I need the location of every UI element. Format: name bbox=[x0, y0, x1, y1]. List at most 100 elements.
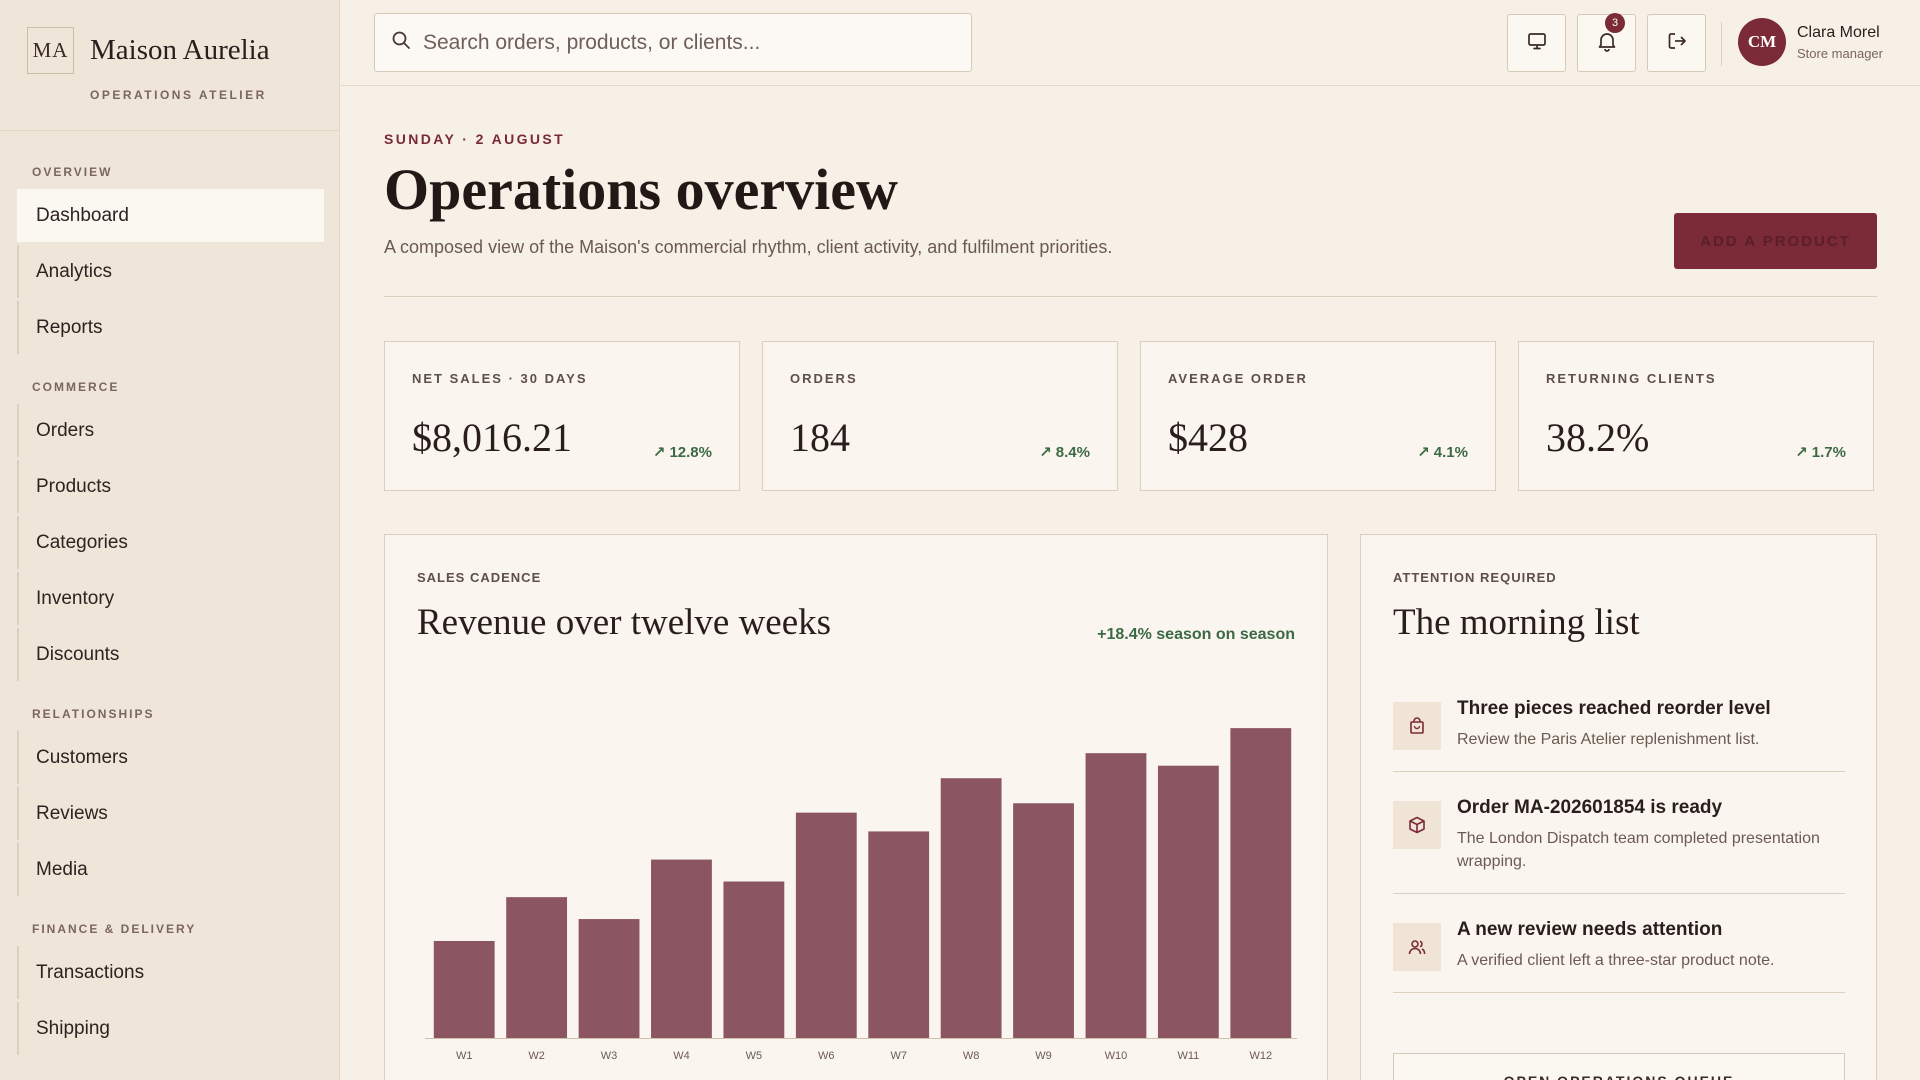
bar-w12[interactable] bbox=[1230, 727, 1292, 1038]
notification-badge: 3 bbox=[1605, 13, 1625, 33]
bar-w5[interactable] bbox=[723, 881, 785, 1038]
bar-w4[interactable] bbox=[651, 859, 712, 1038]
sidebar-item-discounts[interactable]: Discounts bbox=[17, 628, 324, 681]
bar-w2[interactable] bbox=[506, 896, 568, 1038]
bell-icon bbox=[1596, 30, 1618, 57]
user-menu[interactable]: CM Clara Morel Store manager bbox=[1738, 18, 1883, 66]
revenue-growth-note: +18.4% season on season bbox=[1097, 625, 1295, 643]
kpi-delta: ↗ 12.8% bbox=[652, 443, 712, 461]
brand-block: MA Maison Aurelia OPERATIONS ATELIER bbox=[0, 0, 339, 131]
sidebar-item-dashboard[interactable]: Dashboard bbox=[17, 189, 324, 242]
nav-section-title: RELATIONSHIPS bbox=[32, 707, 155, 721]
revenue-title: Revenue over twelve weeks bbox=[417, 601, 832, 643]
sidebar-item-inventory[interactable]: Inventory bbox=[17, 572, 324, 625]
kpi-value: $8,016.21 bbox=[412, 414, 572, 460]
sidebar-item-analytics[interactable]: Analytics bbox=[17, 245, 324, 298]
x-tick-label: W2 bbox=[528, 1050, 545, 1062]
kpi-card-returning-clients: RETURNING CLIENTS 38.2% ↗ 1.7% bbox=[1518, 340, 1874, 491]
panels: SALES CADENCE Revenue over twelve weeks … bbox=[384, 533, 1877, 1080]
display-mode-button[interactable] bbox=[1507, 14, 1566, 72]
x-tick-label: W1 bbox=[456, 1050, 473, 1062]
bar-w1[interactable] bbox=[433, 940, 495, 1038]
kpi-delta: ↗ 1.7% bbox=[1795, 443, 1846, 461]
bar-w7[interactable] bbox=[868, 831, 930, 1038]
x-tick-label: W6 bbox=[818, 1050, 835, 1062]
user-role: Store manager bbox=[1797, 45, 1883, 61]
kpi-card-orders: ORDERS 184 ↗ 8.4% bbox=[762, 340, 1118, 491]
attention-title: The morning list bbox=[1393, 601, 1640, 643]
bar-w8[interactable] bbox=[940, 777, 1002, 1038]
add-product-button[interactable]: ADD A PRODUCT bbox=[1674, 213, 1877, 269]
sidebar-item-customers[interactable]: Customers bbox=[17, 731, 324, 784]
search-icon bbox=[391, 30, 411, 55]
package-icon bbox=[1393, 800, 1441, 849]
list-item-subtitle: A verified client left a three-star prod… bbox=[1457, 952, 1775, 970]
brand-logo: MA bbox=[27, 27, 74, 74]
kpi-label: RETURNING CLIENTS bbox=[1546, 370, 1717, 386]
header-divider bbox=[384, 295, 1877, 297]
x-tick-label: W10 bbox=[1105, 1050, 1128, 1062]
list-item[interactable]: Three pieces reached reorder level Review… bbox=[1393, 698, 1845, 772]
revenue-bar-chart: W1 W2 W3 W4 W5 W6 W7 W8 W9 W10 W11 W12 bbox=[425, 727, 1297, 1062]
page-title: Operations overview bbox=[384, 157, 898, 222]
search-input[interactable] bbox=[423, 30, 943, 55]
nav-section-title: FINANCE & DELIVERY bbox=[32, 922, 197, 936]
sidebar-item-reports[interactable]: Reports bbox=[17, 301, 324, 354]
nav-section-relationships: RELATIONSHIPS Customers Reviews Media bbox=[0, 707, 339, 896]
sidebar-item-categories[interactable]: Categories bbox=[17, 516, 324, 569]
sidebar-item-orders[interactable]: Orders bbox=[17, 404, 324, 457]
bar-w9[interactable] bbox=[1013, 802, 1074, 1038]
sidebar-item-media[interactable]: Media bbox=[17, 843, 324, 896]
kpi-label: ORDERS bbox=[790, 370, 858, 386]
page-description: A composed view of the Maison's commerci… bbox=[384, 236, 1113, 257]
sidebar: MA Maison Aurelia OPERATIONS ATELIER OVE… bbox=[0, 0, 340, 1080]
list-item-subtitle: Review the Paris Atelier replenishment l… bbox=[1457, 730, 1760, 748]
attention-list: Three pieces reached reorder level Review… bbox=[1393, 698, 1845, 1019]
sidebar-item-transactions[interactable]: Transactions bbox=[17, 946, 324, 999]
list-item[interactable]: Order MA-202601854 is ready The London Di… bbox=[1393, 797, 1845, 895]
kpi-row: NET SALES · 30 DAYS $8,016.21 ↗ 12.8% ORDER… bbox=[384, 340, 1877, 491]
sidebar-item-products[interactable]: Products bbox=[17, 460, 324, 513]
x-tick-label: W4 bbox=[673, 1050, 690, 1062]
avatar: CM bbox=[1738, 18, 1786, 66]
list-item-title: A new review needs attention bbox=[1457, 919, 1723, 941]
kpi-value: $428 bbox=[1168, 414, 1248, 460]
attention-panel: ATTENTION REQUIRED The morning list Thre… bbox=[1360, 533, 1877, 1080]
open-operations-queue-button[interactable]: OPEN OPERATIONS QUEUE bbox=[1393, 1052, 1845, 1080]
nav-section-commerce: COMMERCE Orders Products Categories Inventor… bbox=[0, 380, 339, 681]
nav-section-title: COMMERCE bbox=[32, 380, 120, 394]
list-item-subtitle: The London Dispatch team completed prese… bbox=[1457, 829, 1820, 871]
nav-section-overview: OVERVIEW Dashboard Analytics Reports bbox=[0, 165, 339, 354]
sidebar-nav: OVERVIEW Dashboard Analytics Reports COMMERC… bbox=[0, 165, 339, 1055]
bar-w10[interactable] bbox=[1085, 752, 1147, 1038]
brand-name: Maison Aurelia bbox=[90, 34, 270, 66]
brand-subtitle: OPERATIONS ATELIER bbox=[90, 88, 267, 102]
logout-icon bbox=[1666, 30, 1688, 57]
kpi-value: 184 bbox=[790, 414, 850, 460]
kpi-card-average-order: AVERAGE ORDER $428 ↗ 4.1% bbox=[1140, 340, 1496, 491]
kpi-delta: ↗ 4.1% bbox=[1417, 443, 1468, 461]
nav-section-title: OVERVIEW bbox=[32, 165, 113, 179]
search-box[interactable] bbox=[374, 13, 972, 72]
list-item[interactable]: A new review needs attention A verified c… bbox=[1393, 919, 1845, 994]
page-date: SUNDAY · 2 AUGUST bbox=[384, 131, 566, 147]
topbar: 3 CM Clara Morel Store manager bbox=[341, 0, 1920, 86]
shopping-bag-icon bbox=[1393, 701, 1441, 750]
notifications-button[interactable]: 3 bbox=[1577, 13, 1636, 72]
bar-w6[interactable] bbox=[795, 812, 857, 1038]
topbar-divider bbox=[1721, 22, 1722, 66]
kpi-label: AVERAGE ORDER bbox=[1168, 370, 1308, 386]
list-item-title: Three pieces reached reorder level bbox=[1457, 697, 1771, 719]
x-tick-label: W7 bbox=[890, 1050, 907, 1062]
bar-w3[interactable] bbox=[578, 918, 640, 1038]
nav-section-finance-and-delivery: FINANCE & DELIVERY Transactions Shipping bbox=[0, 922, 339, 1055]
logout-button[interactable] bbox=[1647, 14, 1706, 72]
monitor-icon bbox=[1526, 30, 1548, 57]
kpi-card-net-sales-30-days: NET SALES · 30 DAYS $8,016.21 ↗ 12.8% bbox=[384, 340, 740, 491]
bar-w11[interactable] bbox=[1157, 765, 1219, 1038]
sidebar-item-reviews[interactable]: Reviews bbox=[17, 787, 324, 840]
revenue-eyebrow: SALES CADENCE bbox=[417, 569, 542, 585]
x-tick-label: W9 bbox=[1035, 1050, 1052, 1062]
kpi-label: NET SALES · 30 DAYS bbox=[412, 370, 588, 386]
sidebar-item-shipping[interactable]: Shipping bbox=[17, 1002, 324, 1055]
